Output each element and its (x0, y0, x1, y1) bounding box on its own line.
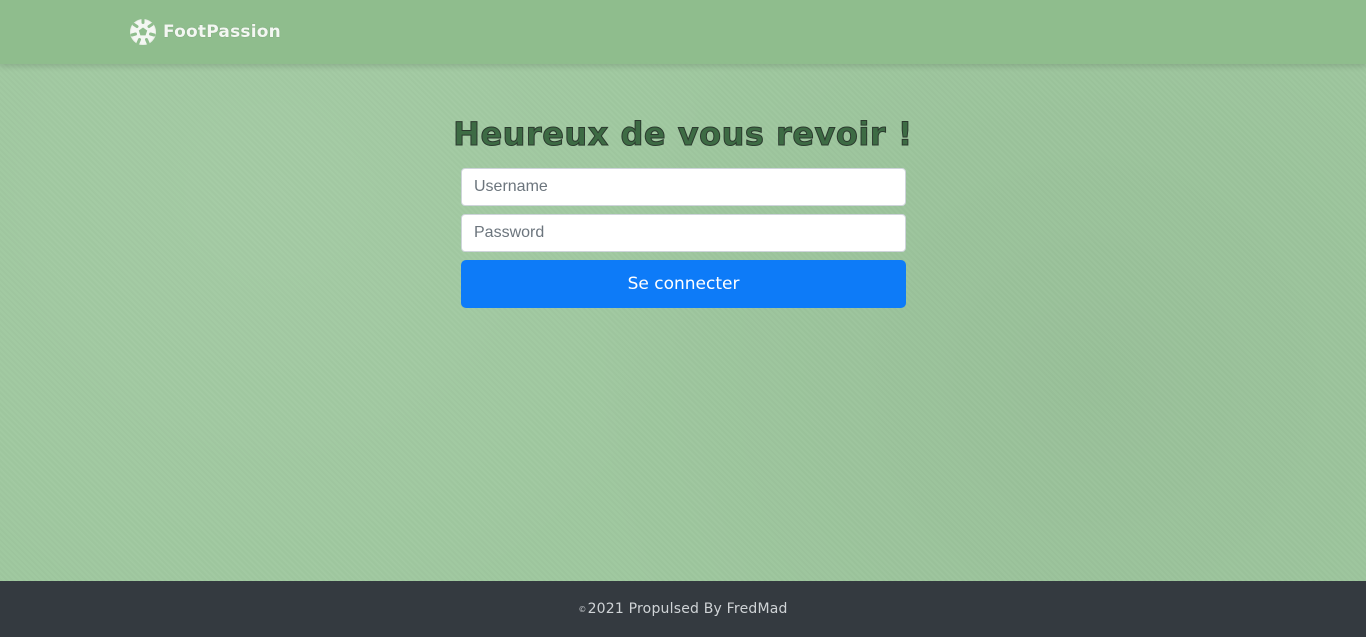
footer: ©2021 Propulsed By FredMad (0, 581, 1366, 637)
soccer-ball-icon (130, 18, 156, 45)
username-input[interactable] (461, 168, 906, 206)
brand-name: FootPassion (163, 22, 281, 42)
copyright-symbol: © (578, 604, 587, 614)
navbar: FootPassion (0, 0, 1366, 64)
brand-link[interactable]: FootPassion (129, 17, 281, 47)
login-section: Heureux de vous revoir ! Se connecter (0, 64, 1366, 581)
password-input[interactable] (461, 214, 906, 252)
login-button[interactable]: Se connecter (461, 260, 906, 308)
page-title: Heureux de vous revoir ! (453, 115, 913, 154)
footer-text: ©2021 Propulsed By FredMad (578, 601, 787, 617)
login-form: Se connecter (461, 168, 906, 308)
footer-credit: 2021 Propulsed By FredMad (587, 601, 788, 617)
